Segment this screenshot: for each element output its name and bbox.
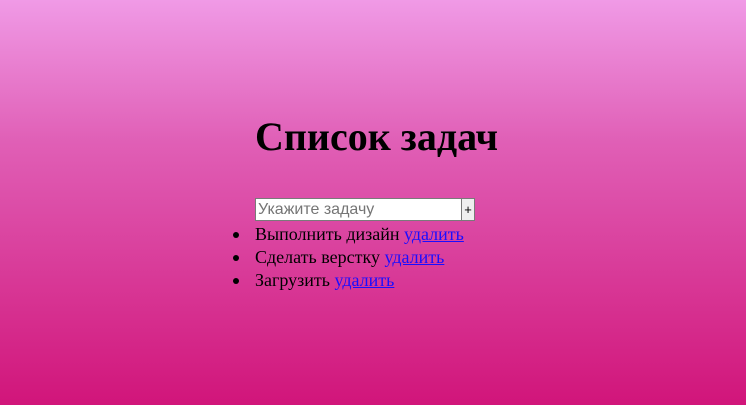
task-item: Выполнить дизайн удалить <box>233 223 464 246</box>
delete-task-link[interactable]: удалить <box>334 270 394 290</box>
task-input[interactable] <box>255 198 461 221</box>
bullet-icon <box>233 255 239 261</box>
bullet-icon <box>233 232 239 238</box>
page-title: Список задач <box>255 114 499 159</box>
task-list: Выполнить дизайн удалить Сделать верстку… <box>233 223 464 292</box>
task-text: Выполнить дизайн <box>255 224 400 244</box>
task-text: Сделать верстку <box>255 247 380 267</box>
add-task-button[interactable]: + <box>461 198 475 221</box>
bullet-icon <box>233 278 239 284</box>
add-task-form: + <box>255 198 475 221</box>
delete-task-link[interactable]: удалить <box>404 224 464 244</box>
task-item: Загрузить удалить <box>233 269 464 292</box>
task-item: Сделать верстку удалить <box>233 246 464 269</box>
todo-app: Список задач + Выполнить дизайн удалить … <box>233 113 615 290</box>
delete-task-link[interactable]: удалить <box>384 247 444 267</box>
task-text: Загрузить <box>255 270 330 290</box>
